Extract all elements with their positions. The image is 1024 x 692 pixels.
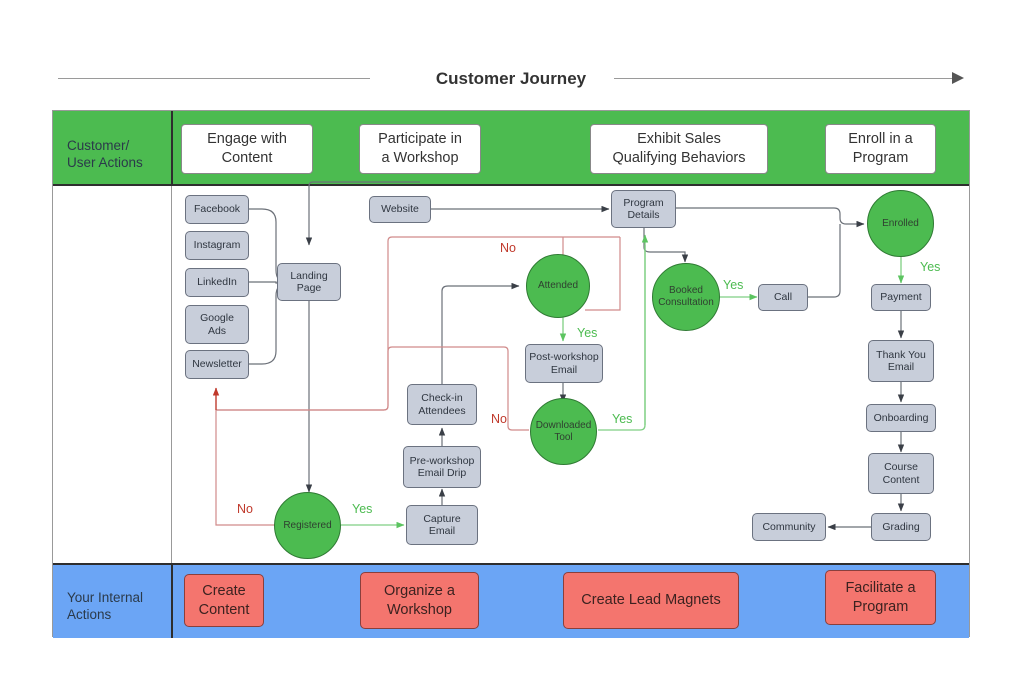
edge-label-yes-booked: Yes	[723, 278, 744, 292]
node-payment[interactable]: Payment	[871, 284, 931, 311]
node-check-in-line1: Check-in	[421, 392, 463, 404]
node-instagram[interactable]: Instagram	[185, 231, 249, 260]
node-registered-label: Registered	[283, 519, 332, 531]
node-booked-line1: Booked	[669, 285, 703, 296]
page-title: Customer Journey	[425, 69, 597, 89]
edge-label-yes-registered: Yes	[352, 502, 373, 516]
node-post-workshop-line2: Email	[550, 363, 578, 376]
node-check-in-attendees[interactable]: Check-in Attendees	[407, 384, 477, 425]
node-check-in-line2: Attendees	[418, 404, 466, 417]
node-website-label: Website	[381, 203, 419, 216]
edge-downloaded-yes-up	[598, 245, 646, 431]
edge-label-no-attended: No	[500, 241, 516, 255]
node-google-ads-line2: Ads	[207, 324, 227, 337]
edge-label-no-downloaded: No	[491, 412, 507, 426]
edge-label-no-registered: No	[237, 502, 253, 516]
node-registered[interactable]: Registered	[274, 492, 341, 559]
node-onboarding-label: Onboarding	[873, 411, 929, 424]
node-downloaded-line1: Downloaded	[535, 419, 592, 431]
node-program-details[interactable]: Program Details	[611, 190, 676, 228]
node-capture-email-line2: Email	[428, 525, 456, 537]
node-website[interactable]: Website	[369, 196, 431, 223]
node-community[interactable]: Community	[752, 513, 826, 541]
node-course-content-line1: Course	[884, 461, 918, 473]
node-community-label: Community	[762, 520, 816, 533]
edge-label-yes-enrolled: Yes	[920, 260, 941, 274]
node-newsletter[interactable]: Newsletter	[185, 350, 249, 379]
node-newsletter-label: Newsletter	[192, 358, 242, 371]
diagram-canvas: Customer Journey Customer/ User Actions …	[0, 0, 1024, 692]
node-post-workshop-line1: Post-workshop	[529, 351, 599, 363]
node-onboarding[interactable]: Onboarding	[866, 404, 936, 432]
node-course-content-line2: Content	[882, 473, 920, 486]
node-program-details-line2: Details	[627, 209, 660, 221]
node-post-workshop-email[interactable]: Post-workshop Email	[525, 344, 603, 383]
edge-program-enrolled	[676, 207, 865, 228]
node-downloaded-line2: Tool	[554, 431, 573, 443]
node-enrolled-label: Enrolled	[882, 217, 919, 229]
node-booked-line2: Consultation	[658, 297, 714, 308]
node-facebook-label: Facebook	[193, 203, 241, 216]
node-thank-you-email[interactable]: Thank You Email	[868, 340, 934, 382]
node-call[interactable]: Call	[758, 284, 808, 311]
edge-downloaded-no	[216, 346, 529, 431]
node-landing-page-line1: Landing	[290, 269, 328, 282]
node-landing-page-line2: Page	[296, 282, 322, 294]
node-pre-workshop-line2: Email Drip	[417, 467, 467, 479]
edge-attended-no-to-newsletter	[216, 236, 563, 411]
node-attended-label: Attended	[537, 280, 579, 291]
edge-label-yes-attended: Yes	[577, 326, 598, 340]
node-enrolled[interactable]: Enrolled	[867, 190, 934, 257]
node-pre-workshop-email-drip[interactable]: Pre-workshop Email Drip	[403, 446, 481, 488]
node-linkedin[interactable]: LinkedIn	[185, 268, 249, 297]
edge-call-enrolled	[808, 224, 841, 298]
edge-attended-no-c	[585, 237, 621, 311]
node-landing-page[interactable]: Landing Page	[277, 263, 341, 301]
node-grading[interactable]: Grading	[871, 513, 931, 541]
node-google-ads[interactable]: Google Ads	[185, 305, 249, 344]
node-linkedin-label: LinkedIn	[197, 276, 237, 289]
node-downloaded-tool[interactable]: Downloaded Tool	[530, 398, 597, 465]
node-thank-you-line2: Email	[887, 361, 915, 373]
node-pre-workshop-line1: Pre-workshop	[409, 454, 475, 467]
edge-program-booked	[643, 228, 689, 263]
node-call-label: Call	[773, 291, 793, 304]
node-payment-label: Payment	[880, 291, 922, 304]
node-instagram-label: Instagram	[193, 239, 241, 252]
node-facebook[interactable]: Facebook	[185, 195, 249, 224]
edge-landingcol-top	[308, 181, 420, 196]
node-thank-you-line1: Thank You	[876, 348, 926, 361]
node-course-content[interactable]: Course Content	[868, 453, 934, 494]
node-google-ads-line1: Google	[200, 312, 234, 324]
node-program-details-line1: Program	[623, 196, 664, 209]
edge-label-yes-downloaded: Yes	[612, 412, 633, 426]
node-capture-email[interactable]: Capture Email	[406, 505, 478, 545]
node-booked-consultation[interactable]: Booked Consultation	[652, 263, 720, 331]
node-grading-label: Grading	[882, 520, 920, 533]
node-attended[interactable]: Attended	[526, 254, 590, 318]
node-capture-email-line1: Capture	[423, 512, 461, 525]
